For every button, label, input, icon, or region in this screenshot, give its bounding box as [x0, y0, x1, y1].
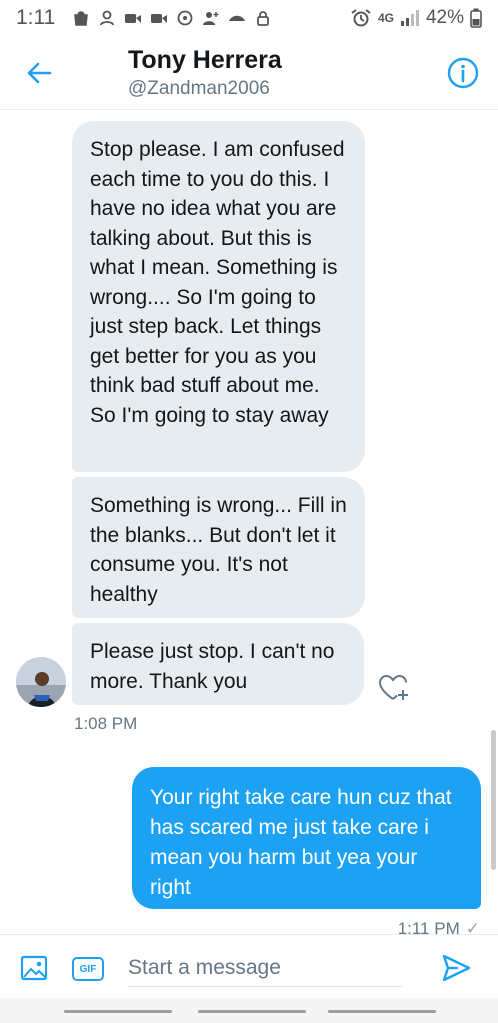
received-message[interactable]: Something is wrong... Fill in the blanks… [72, 477, 365, 618]
notification-icons [72, 10, 272, 26]
battery-icon [470, 8, 482, 28]
contact-handle: @Zandman2006 [128, 78, 270, 99]
back-arrow-icon[interactable] [22, 56, 56, 90]
battery-percent: 42% [425, 7, 464, 28]
contact-info[interactable]: Tony Herrera @Zandman2006 [128, 46, 282, 100]
person-add-icon [203, 12, 219, 25]
video-icon [151, 14, 168, 23]
received-timestamp: 1:08 PM [74, 714, 138, 733]
nav-recents-button[interactable] [64, 1010, 172, 1013]
lock-icon [257, 11, 270, 26]
heart-add-icon[interactable] [377, 673, 411, 703]
nav-back-button[interactable] [328, 1010, 436, 1013]
received-message[interactable]: Please just stop. I can't no more. Thank… [72, 623, 364, 705]
contact-name: Tony Herrera [128, 46, 282, 74]
video-icon [125, 14, 142, 23]
message-input[interactable] [128, 949, 402, 987]
status-time: 1:11 [16, 6, 56, 29]
gif-button[interactable]: GIF [72, 957, 104, 981]
scrollbar[interactable] [491, 730, 496, 870]
system-nav-bar [0, 998, 498, 1023]
send-icon[interactable] [440, 952, 472, 984]
network-type: 4G [377, 11, 394, 25]
status-bar: 1:11 4G 42% [0, 0, 498, 36]
person-icon [100, 10, 115, 26]
sent-message[interactable]: Your right take care hun cuz that has sc… [132, 767, 481, 909]
alarm-icon [351, 9, 371, 27]
message-composer: GIF [0, 934, 498, 998]
contact-avatar[interactable] [16, 657, 66, 707]
image-icon[interactable] [20, 954, 48, 982]
avatar-photo [16, 657, 66, 707]
bag-icon [74, 11, 89, 26]
received-message[interactable]: Stop please. I am confused each time to … [72, 121, 365, 472]
info-icon[interactable] [446, 56, 480, 90]
signal-icon [400, 10, 419, 26]
eye-icon [229, 15, 246, 21]
target-icon [177, 10, 193, 26]
conversation-header: Tony Herrera @Zandman2006 [0, 36, 498, 110]
nav-home-button[interactable] [198, 1010, 306, 1013]
